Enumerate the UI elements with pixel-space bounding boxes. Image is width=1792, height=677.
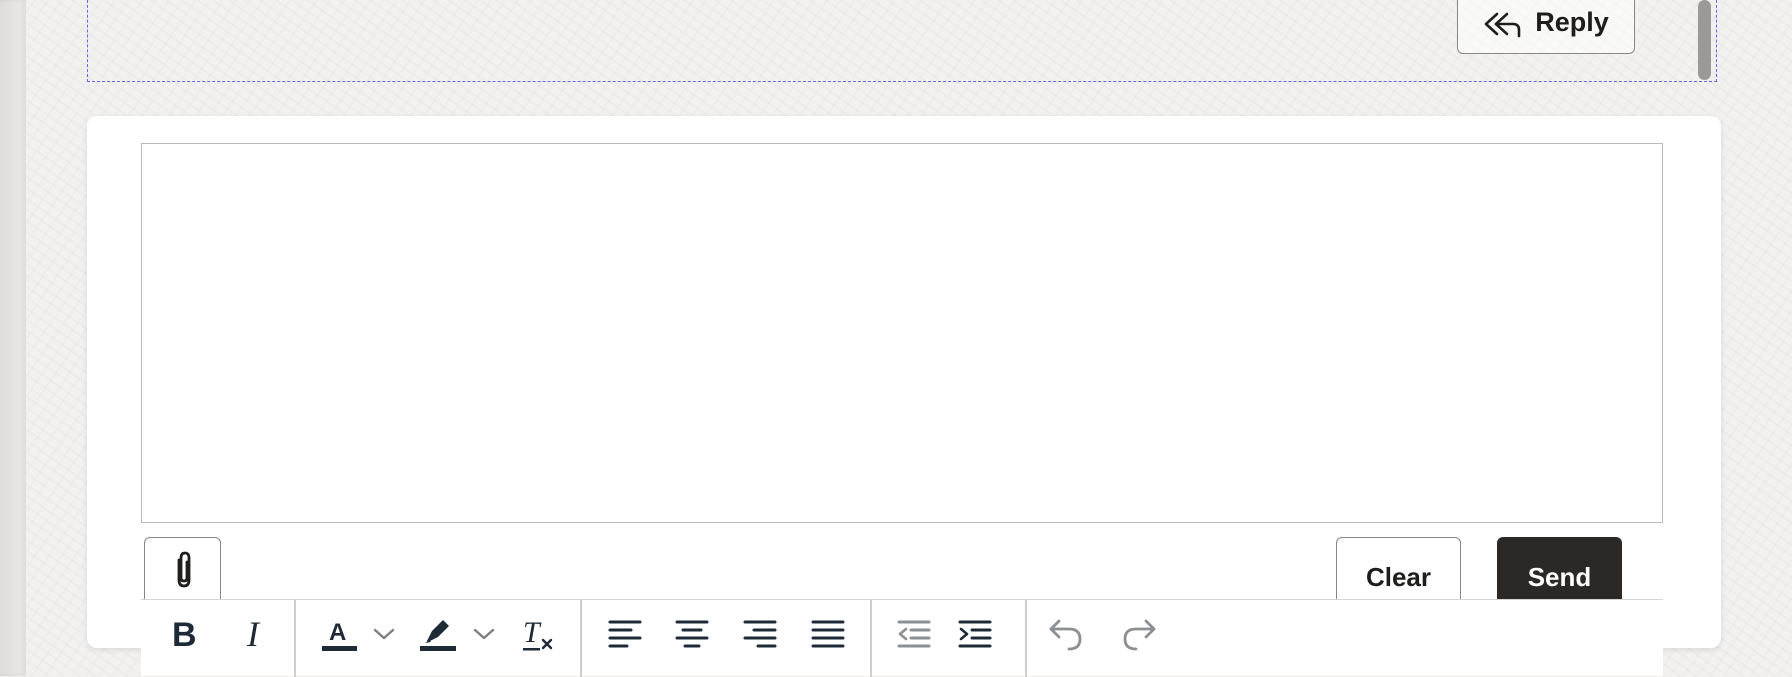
left-panel-edge bbox=[0, 0, 26, 676]
scrollbar-thumb[interactable] bbox=[1698, 0, 1711, 80]
italic-icon: I bbox=[238, 617, 268, 651]
send-button-label: Send bbox=[1527, 561, 1592, 592]
undo-icon bbox=[1047, 615, 1085, 653]
align-right-icon bbox=[742, 617, 778, 651]
svg-text:I: I bbox=[246, 617, 261, 651]
italic-button[interactable]: I bbox=[231, 614, 275, 654]
align-center-icon bbox=[674, 617, 710, 651]
svg-text:B: B bbox=[172, 617, 197, 651]
bold-icon: B bbox=[168, 617, 198, 651]
outdent-icon bbox=[896, 617, 932, 651]
align-center-button[interactable] bbox=[670, 614, 714, 654]
clear-button-label: Clear bbox=[1365, 561, 1432, 592]
formatting-toolbar: B I A T bbox=[141, 599, 1663, 677]
highlight-color-dropdown[interactable] bbox=[469, 614, 499, 654]
svg-text:T: T bbox=[523, 616, 542, 649]
toolbar-separator bbox=[870, 600, 872, 677]
align-justify-button[interactable] bbox=[806, 614, 850, 654]
outdent-button[interactable] bbox=[892, 614, 936, 654]
attach-file-button[interactable] bbox=[144, 537, 221, 607]
clear-formatting-button[interactable]: T bbox=[515, 614, 559, 654]
redo-button[interactable] bbox=[1117, 614, 1161, 654]
highlight-color-button[interactable] bbox=[417, 614, 461, 654]
text-color-icon: A bbox=[319, 614, 359, 654]
reply-button-label: Reply bbox=[1535, 6, 1609, 37]
toolbar-separator bbox=[294, 600, 296, 677]
message-editor[interactable] bbox=[141, 143, 1663, 523]
chevron-down-icon bbox=[372, 626, 396, 642]
align-justify-icon bbox=[810, 617, 846, 651]
indent-button[interactable] bbox=[953, 614, 997, 654]
align-left-button[interactable] bbox=[603, 614, 647, 654]
reply-button[interactable]: Reply bbox=[1457, 0, 1635, 54]
send-button[interactable]: Send bbox=[1497, 537, 1622, 607]
paperclip-icon bbox=[168, 550, 198, 595]
text-color-dropdown[interactable] bbox=[369, 614, 399, 654]
svg-text:A: A bbox=[329, 619, 346, 646]
align-right-button[interactable] bbox=[738, 614, 782, 654]
chevron-down-icon bbox=[472, 626, 496, 642]
indent-icon bbox=[957, 617, 993, 651]
align-left-icon bbox=[607, 617, 643, 651]
clear-button[interactable]: Clear bbox=[1336, 537, 1461, 607]
highlight-color-icon bbox=[419, 614, 459, 654]
clear-formatting-icon: T bbox=[517, 614, 557, 654]
toolbar-separator bbox=[1025, 600, 1027, 677]
text-color-button[interactable]: A bbox=[317, 614, 361, 654]
toolbar-separator bbox=[580, 600, 582, 677]
bold-button[interactable]: B bbox=[161, 614, 205, 654]
undo-button[interactable] bbox=[1044, 614, 1088, 654]
reply-all-icon bbox=[1483, 10, 1521, 38]
redo-icon bbox=[1120, 615, 1158, 653]
